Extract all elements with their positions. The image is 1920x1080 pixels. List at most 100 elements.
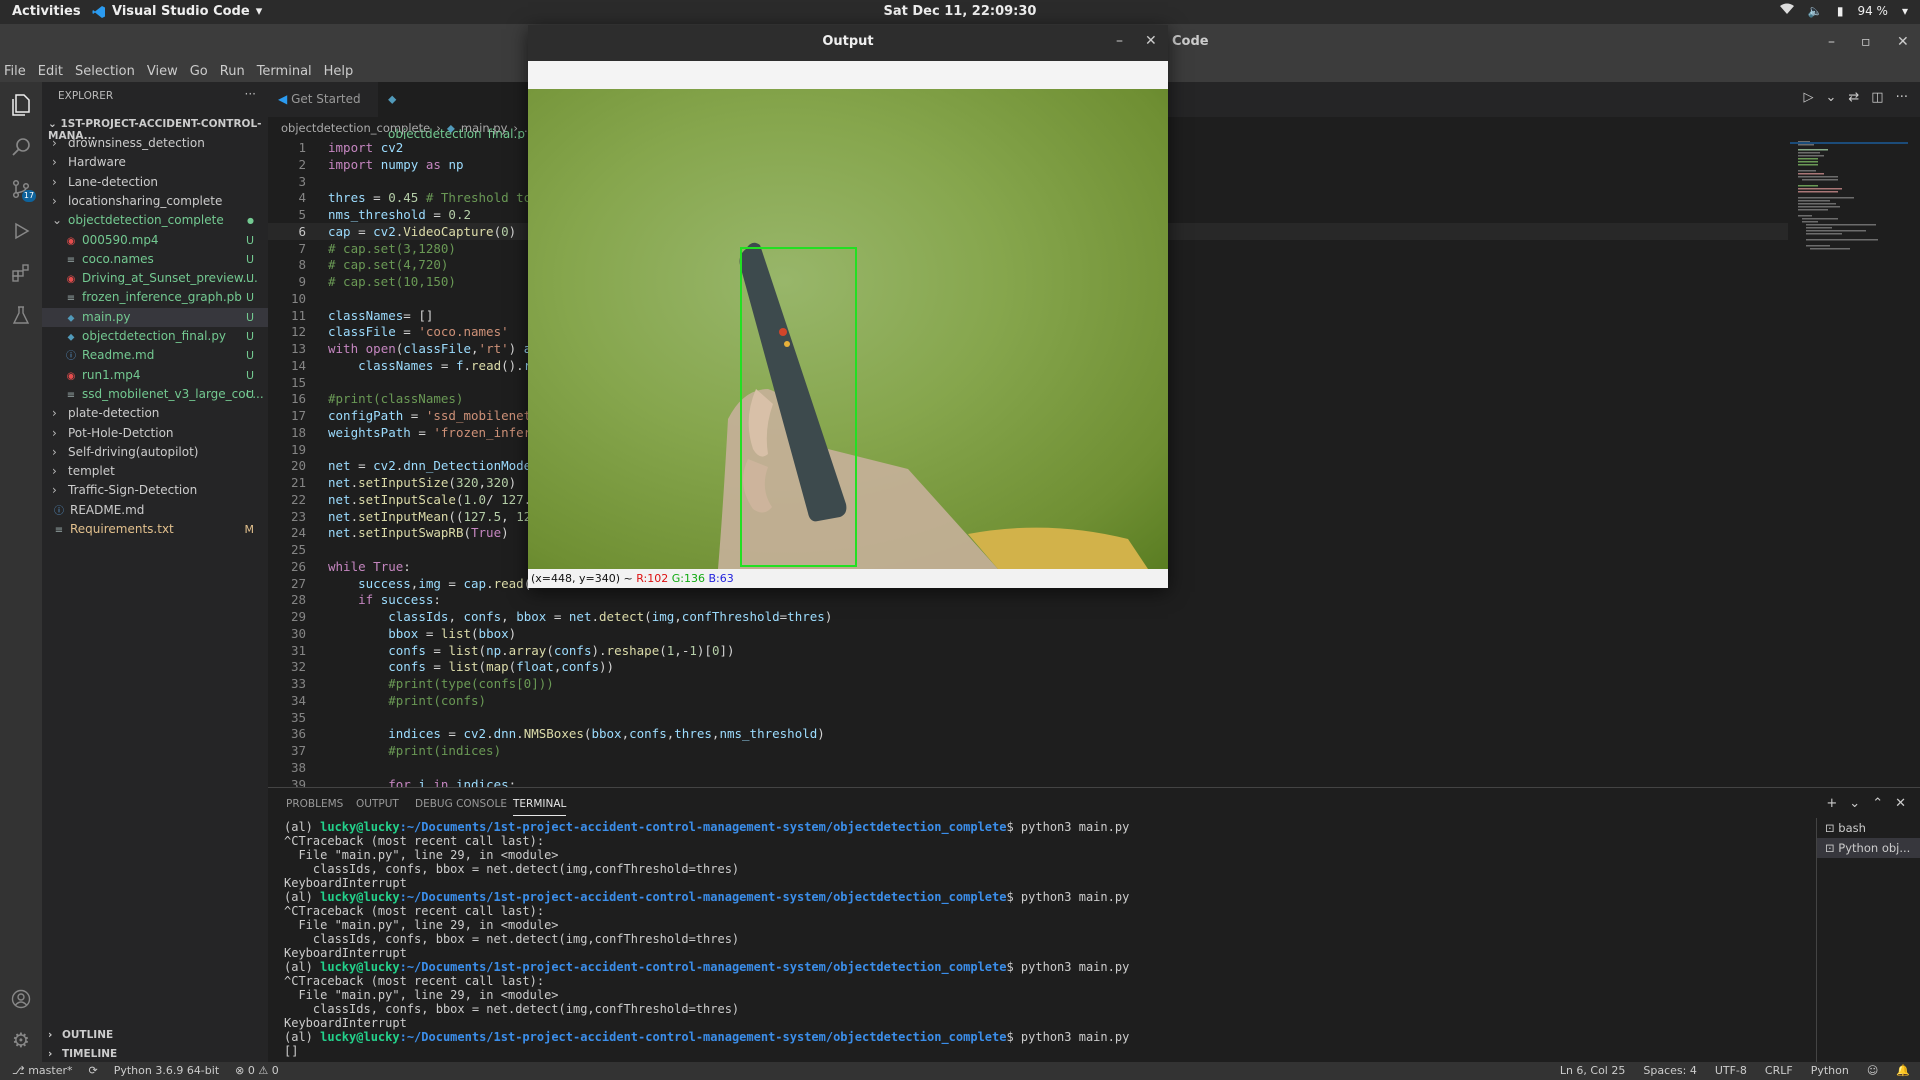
tab-terminal[interactable]: TERMINAL: [513, 798, 567, 816]
tree-item[interactable]: ⬥ objectdetection_final.py U: [42, 327, 268, 346]
tree-item[interactable]: ≡ Requirements.txt M: [42, 520, 268, 539]
maximize-panel-icon[interactable]: ⌃: [1872, 796, 1883, 811]
code-line: 36 indices = cv2.dnn.NMSBoxes(bbox,confs…: [268, 725, 1788, 742]
encoding[interactable]: UTF-8: [1715, 1064, 1747, 1077]
close-icon[interactable]: ✕: [1145, 33, 1157, 49]
account-icon[interactable]: [8, 986, 34, 1012]
terminal-item-bash[interactable]: ⊡ bash: [1817, 818, 1920, 838]
tree-item[interactable]: › drownsiness_detection: [42, 134, 268, 153]
tree-item[interactable]: › Pot-Hole-Detction: [42, 424, 268, 443]
code-line: 30 bbox = list(bbox): [268, 625, 1788, 642]
tree-item[interactable]: ⓘ Readme.md U: [42, 346, 268, 365]
minimap[interactable]: [1790, 139, 1908, 787]
tree-item[interactable]: ⓘ README.md: [42, 501, 268, 520]
breadcrumb-file[interactable]: main.py: [461, 117, 508, 139]
tab-objectdetection-final[interactable]: ⬥ objectdetection_final.p: [378, 82, 528, 141]
menu-selection[interactable]: Selection: [75, 64, 135, 79]
activity-bar: 17 ⚙: [0, 82, 42, 1062]
tree-item[interactable]: ⌄ objectdetection_complete ●: [42, 211, 268, 230]
git-status-badge: U: [245, 272, 254, 286]
clock[interactable]: Sat Dec 11, 22:09:30: [0, 4, 1920, 19]
sync-icon[interactable]: ⟳: [88, 1064, 97, 1077]
detection-bounding-box: [740, 247, 857, 567]
timeline-label: TIMELINE: [61, 1048, 118, 1060]
explorer-icon[interactable]: [8, 92, 34, 118]
tree-item[interactable]: › plate-detection: [42, 404, 268, 423]
tree-item[interactable]: › Lane-detection: [42, 173, 268, 192]
manage-gear-icon[interactable]: ⚙: [8, 1027, 34, 1053]
split-editor-icon[interactable]: ◫: [1871, 90, 1883, 105]
tab-get-started[interactable]: ◀ Get Started: [268, 82, 378, 117]
more-actions-icon[interactable]: ···: [245, 87, 256, 101]
tree-item-label: plate-detection: [68, 406, 160, 421]
chevron-right-icon: ›: [52, 193, 57, 208]
menu-run[interactable]: Run: [220, 64, 245, 79]
chevron-down-icon[interactable]: ⌄: [1849, 796, 1860, 811]
run-file-icon[interactable]: ▷: [1803, 90, 1813, 105]
tree-item[interactable]: ◉ run1.mp4 U: [42, 366, 268, 385]
menu-terminal[interactable]: Terminal: [257, 64, 312, 79]
tree-item[interactable]: ◉ Driving_at_Sunset_preview.... U: [42, 269, 268, 288]
camera-frame[interactable]: [528, 89, 1168, 569]
menu-bar: File Edit Selection View Go Run Terminal Help: [4, 64, 353, 79]
indentation[interactable]: Spaces: 4: [1643, 1064, 1696, 1077]
maximize-icon[interactable]: ▫: [1861, 34, 1871, 50]
close-panel-icon[interactable]: ✕: [1895, 796, 1906, 811]
tree-item[interactable]: › Hardware: [42, 153, 268, 172]
tree-item[interactable]: › Traffic-Sign-Detection: [42, 481, 268, 500]
open-changes-icon[interactable]: ⇄: [1848, 90, 1859, 105]
menu-help[interactable]: Help: [324, 64, 354, 79]
end-of-line[interactable]: CRLF: [1765, 1064, 1793, 1077]
terminal-output[interactable]: (al) lucky@lucky:~/Documents/1st-project…: [284, 820, 1814, 1060]
tree-item[interactable]: ⬥ main.py U: [42, 307, 268, 327]
terminal-line: classIds, confs, bbox = net.detect(img,c…: [284, 932, 740, 946]
breadcrumb-folder[interactable]: objectdetection_complete: [281, 117, 430, 139]
more-actions-icon[interactable]: ···: [1896, 90, 1908, 105]
menu-go[interactable]: Go: [190, 64, 208, 79]
tree-item[interactable]: › templet: [42, 462, 268, 481]
feedback-icon[interactable]: ☺: [1867, 1064, 1878, 1077]
tree-item[interactable]: ≡ frozen_inference_graph.pb U: [42, 288, 268, 307]
minimize-icon[interactable]: –: [1828, 34, 1835, 50]
terminal-line: ^CTraceback (most recent call last):: [284, 834, 545, 848]
new-terminal-icon[interactable]: +: [1826, 796, 1837, 811]
search-icon[interactable]: [8, 134, 34, 160]
system-tray[interactable]: 🔈 ▮ 94 % ▾: [1779, 3, 1908, 18]
line-number: 15: [290, 374, 306, 390]
tab-debug-console[interactable]: DEBUG CONSOLE: [415, 798, 507, 810]
output-title-bar[interactable]: Output – ✕: [528, 25, 1168, 61]
python-interpreter[interactable]: Python 3.6.9 64-bit: [114, 1064, 219, 1077]
branch-indicator[interactable]: ⎇ master*: [12, 1064, 72, 1077]
tree-item-label: ssd_mobilenet_v3_large_coc...: [82, 386, 264, 401]
tab-problems[interactable]: PROBLEMS: [286, 798, 343, 810]
extensions-icon[interactable]: [8, 260, 34, 286]
outline-section[interactable]: › OUTLINE: [42, 1026, 268, 1045]
tree-item[interactable]: ◉ 000590.mp4 U: [42, 231, 268, 250]
code-text: confs = list(np.array(confs).reshape(1,-…: [388, 642, 735, 658]
tree-item[interactable]: › locationsharing_complete: [42, 192, 268, 211]
code-text: cap = cv2.VideoCapture(0): [328, 223, 517, 239]
code-text: #print(classNames): [328, 391, 464, 407]
problems-count[interactable]: ⊗ 0 ⚠ 0: [235, 1064, 279, 1077]
testing-flask-icon[interactable]: [8, 302, 34, 328]
tab-output[interactable]: OUTPUT: [356, 798, 399, 810]
menu-file[interactable]: File: [4, 64, 26, 79]
menu-edit[interactable]: Edit: [38, 64, 63, 79]
minimize-icon[interactable]: –: [1116, 33, 1123, 49]
language-mode[interactable]: Python: [1811, 1064, 1849, 1077]
chevron-down-icon[interactable]: ⌄: [1825, 90, 1836, 105]
code-text: #print(type(confs[0])): [388, 676, 554, 691]
output-window[interactable]: Output – ✕ (x=448, y=340) ~ R:102 G:136 …: [528, 25, 1168, 588]
line-number: 14: [290, 357, 306, 373]
terminal-item-python[interactable]: ⊡ Python obj...: [1817, 838, 1920, 858]
code-text: configPath = 'ssd_mobilenet: [328, 408, 532, 423]
cursor-position[interactable]: Ln 6, Col 25: [1560, 1064, 1626, 1077]
tree-item[interactable]: › Self-driving(autopilot): [42, 443, 268, 462]
notifications-icon[interactable]: 🔔: [1896, 1064, 1910, 1077]
line-number: 3: [298, 173, 306, 189]
close-icon[interactable]: ✕: [1897, 34, 1909, 50]
run-debug-icon[interactable]: [8, 218, 34, 244]
tree-item[interactable]: ≡ coco.names U: [42, 250, 268, 269]
tree-item[interactable]: ≡ ssd_mobilenet_v3_large_coc... U: [42, 385, 268, 404]
menu-view[interactable]: View: [147, 64, 178, 79]
